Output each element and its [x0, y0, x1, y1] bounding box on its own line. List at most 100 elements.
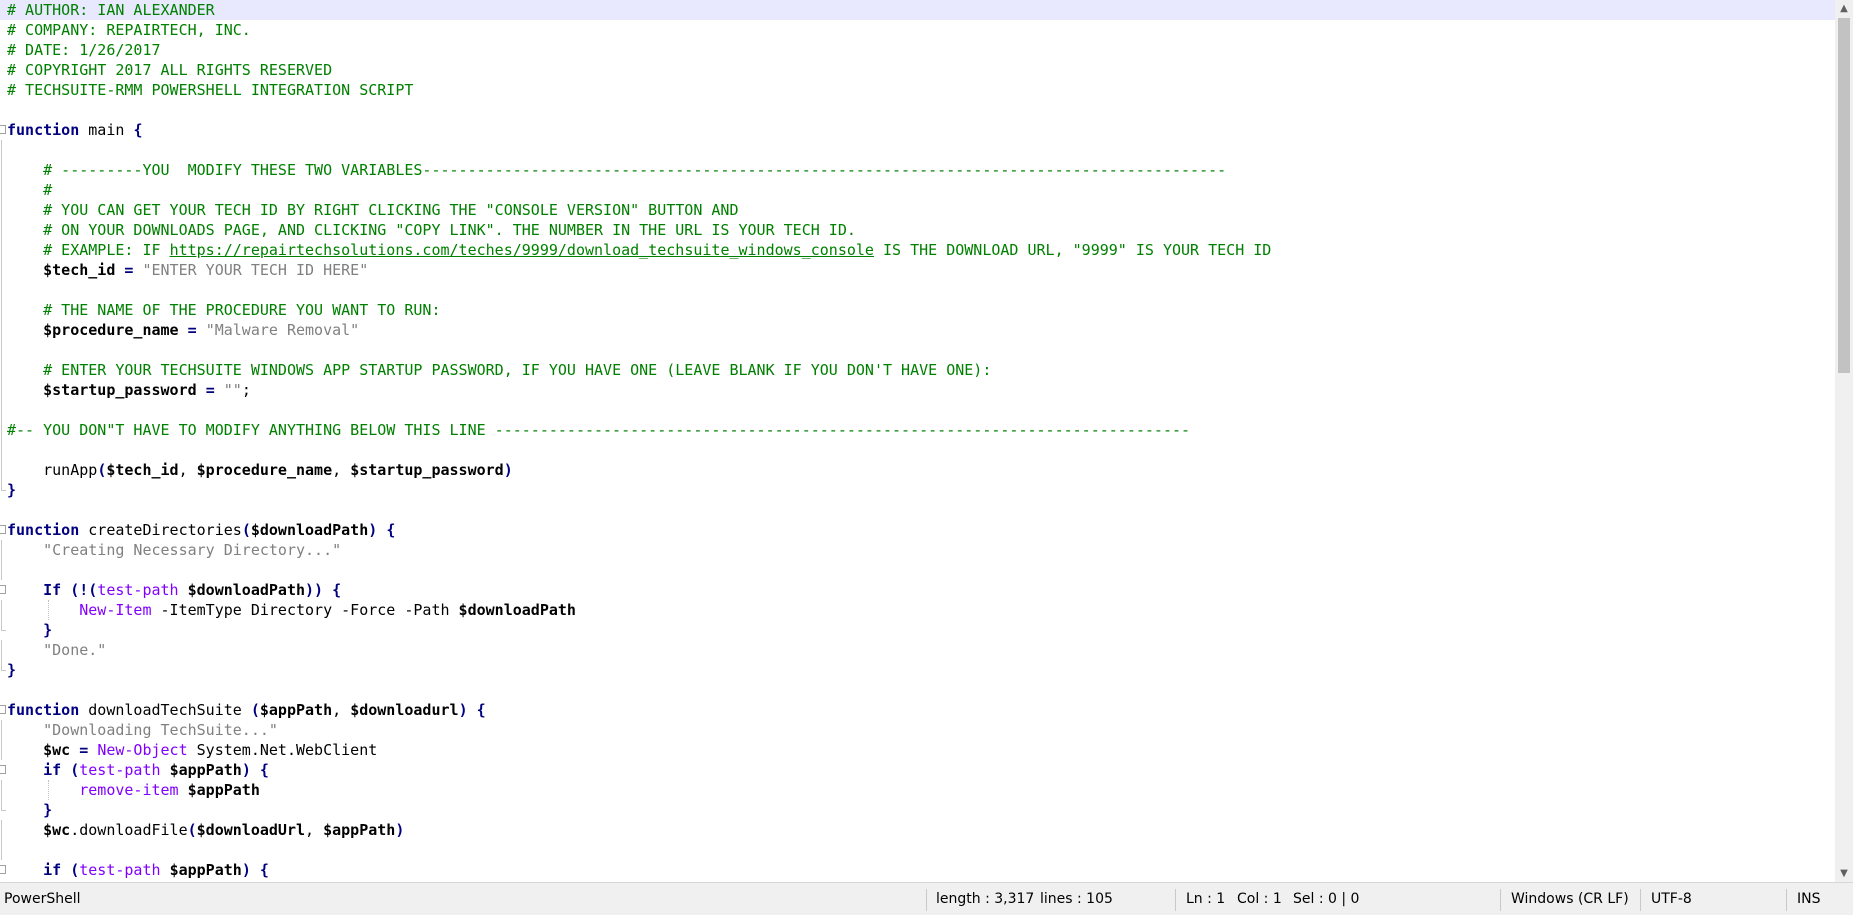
chevron-down-icon[interactable]: ▼	[1835, 865, 1853, 882]
code-line[interactable]: # TECHSUITE-RMM POWERSHELL INTEGRATION S…	[0, 80, 1835, 100]
code-token-op: (	[241, 521, 251, 539]
code-line[interactable]: remove-item $appPath	[0, 780, 1835, 800]
code-token-var: $procedure_name	[196, 461, 333, 479]
code-line[interactable]	[0, 680, 1835, 700]
fold-toggle-icon[interactable]	[0, 125, 6, 134]
code-token-str: "Creating Necessary Directory..."	[43, 541, 342, 559]
fold-end-marker	[1, 800, 6, 811]
code-line[interactable]: }	[0, 480, 1835, 500]
chevron-up-icon[interactable]: ▲	[1835, 0, 1853, 17]
code-line[interactable]: # DATE: 1/26/2017	[0, 40, 1835, 60]
code-token-op: {	[476, 701, 486, 719]
code-token-keyword: if	[43, 861, 62, 879]
fold-toggle-icon[interactable]	[0, 525, 6, 534]
code-line[interactable]	[0, 100, 1835, 120]
fold-toggle-icon[interactable]	[0, 585, 6, 594]
code-line[interactable]: $wc = New-Object System.Net.WebClient	[0, 740, 1835, 760]
fold-toggle-icon[interactable]	[0, 765, 6, 774]
fold-toggle-icon[interactable]	[0, 705, 6, 714]
code-line[interactable]: "Done."	[0, 640, 1835, 660]
code-line[interactable]: $startup_password = "";	[0, 380, 1835, 400]
code-line[interactable]: runApp($tech_id, $procedure_name, $start…	[0, 460, 1835, 480]
code-token-link[interactable]: https://repairtechsolutions.com/teches/9…	[170, 241, 874, 259]
code-line[interactable]: # EXAMPLE: IF https://repairtechsolution…	[0, 240, 1835, 260]
code-line[interactable]: # COMPANY: REPAIRTECH, INC.	[0, 20, 1835, 40]
code-line[interactable]: If (!(test-path $downloadPath)) {	[0, 580, 1835, 600]
code-editor[interactable]: # AUTHOR: IAN ALEXANDER # COMPANY: REPAIR…	[0, 0, 1835, 882]
code-line[interactable]: # COPYRIGHT 2017 ALL RIGHTS RESERVED	[0, 60, 1835, 80]
code-line[interactable]: function createDirectories($downloadPath…	[0, 520, 1835, 540]
code-line[interactable]	[0, 440, 1835, 460]
code-line[interactable]: if (test-path $appPath) {	[0, 760, 1835, 780]
code-line[interactable]: # ENTER YOUR TECHSUITE WINDOWS APP START…	[0, 360, 1835, 380]
code-line[interactable]: }	[0, 620, 1835, 640]
fold-margin-line	[1, 280, 2, 300]
code-line[interactable]: # YOU CAN GET YOUR TECH ID BY RIGHT CLIC…	[0, 200, 1835, 220]
status-language[interactable]: PowerShell	[4, 883, 80, 915]
code-token-op: )	[241, 861, 251, 879]
fold-toggle-icon[interactable]	[0, 865, 6, 874]
scrollbar-thumb[interactable]	[1838, 18, 1850, 373]
code-token-str: "ENTER YOUR TECH ID HERE"	[142, 261, 369, 279]
vertical-scrollbar[interactable]: ▲ ▼	[1835, 0, 1853, 882]
code-line[interactable]: }	[0, 800, 1835, 820]
code-token-op: }	[7, 481, 17, 499]
code-token-op: =	[79, 741, 89, 759]
code-token-var: $appPath	[323, 821, 396, 839]
code-line[interactable]: $procedure_name = "Malware Removal"	[0, 320, 1835, 340]
code-line[interactable]: #	[0, 180, 1835, 200]
code-token-op: }	[43, 801, 53, 819]
code-token-op: }	[43, 621, 53, 639]
indent-guide	[48, 780, 50, 800]
code-token-plain: ;	[241, 381, 251, 399]
code-line[interactable]	[0, 840, 1835, 860]
code-line[interactable]	[0, 560, 1835, 580]
status-col: Col : 1	[1237, 891, 1282, 907]
fold-margin-line	[1, 540, 2, 560]
code-line[interactable]: }	[0, 660, 1835, 680]
code-line[interactable]	[0, 280, 1835, 300]
status-encoding[interactable]: UTF-8	[1651, 883, 1692, 915]
code-line[interactable]: $tech_id = "ENTER YOUR TECH ID HERE"	[0, 260, 1835, 280]
code-line[interactable]: $wc.downloadFile($downloadUrl, $appPath)	[0, 820, 1835, 840]
code-line[interactable]: "Downloading TechSuite..."	[0, 720, 1835, 740]
code-line[interactable]: # ---------YOU MODIFY THESE TWO VARIABLE…	[0, 160, 1835, 180]
code-line[interactable]	[0, 140, 1835, 160]
code-line[interactable]	[0, 400, 1835, 420]
status-divider	[926, 889, 927, 911]
fold-margin-line	[1, 380, 2, 400]
code-line[interactable]: # ON YOUR DOWNLOADS PAGE, AND CLICKING "…	[0, 220, 1835, 240]
code-line[interactable]: if (test-path $appPath) {	[0, 860, 1835, 880]
code-token-var: $downloadUrl	[196, 821, 306, 839]
code-token-comment: # ENTER YOUR TECHSUITE WINDOWS APP START…	[43, 361, 992, 379]
code-token-plain: ,	[332, 701, 351, 719]
code-token-var: $startup_password	[350, 461, 504, 479]
fold-margin-line	[1, 840, 2, 860]
status-insert-mode[interactable]: INS	[1797, 883, 1821, 915]
code-line[interactable]: #-- YOU DON"T HAVE TO MODIFY ANYTHING BE…	[0, 420, 1835, 440]
code-line[interactable]: function downloadTechSuite ($appPath, $d…	[0, 700, 1835, 720]
code-line[interactable]: "Creating Necessary Directory..."	[0, 540, 1835, 560]
code-line[interactable]	[0, 500, 1835, 520]
code-line[interactable]: # AUTHOR: IAN ALEXANDER	[0, 0, 1835, 20]
code-line[interactable]: function main {	[0, 120, 1835, 140]
code-token-cmdlet: test-path	[79, 761, 161, 779]
status-eol[interactable]: Windows (CR LF)	[1511, 883, 1629, 915]
code-line[interactable]: # THE NAME OF THE PROCEDURE YOU WANT TO …	[0, 300, 1835, 320]
code-line[interactable]	[0, 340, 1835, 360]
code-line[interactable]: New-Item -ItemType Directory -Force -Pat…	[0, 600, 1835, 620]
fold-margin-line	[1, 200, 2, 220]
code-token-var: $wc	[43, 821, 71, 839]
code-token-plain: runApp	[7, 461, 98, 479]
